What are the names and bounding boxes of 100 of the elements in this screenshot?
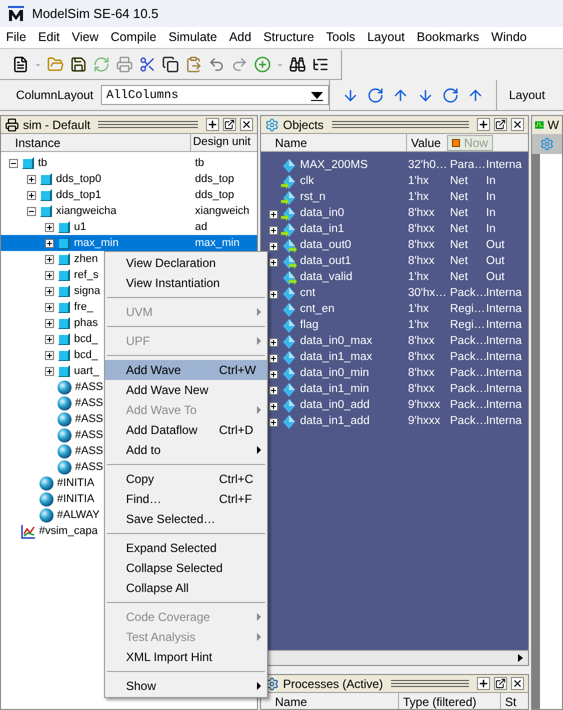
signal-kind: Net	[450, 222, 469, 238]
panel-title: sim - Default	[23, 116, 90, 134]
signal-kind: Para…	[450, 158, 486, 174]
signal-value: 9'hxxx	[407, 398, 442, 414]
signal-value: 1'hx	[407, 190, 430, 206]
signal-name: data_out0	[300, 238, 352, 254]
signal-name: clk	[300, 174, 314, 190]
signal-kind: Pack…	[450, 286, 486, 302]
signal-mode: Interna	[486, 158, 523, 174]
signal-value: 1'hx	[407, 302, 430, 318]
signal-name: data_out1	[300, 254, 352, 270]
signal-name: flag	[300, 318, 319, 334]
signal-kind: Pack…	[450, 414, 486, 430]
instance-name: ref_s	[74, 268, 98, 283]
signal-value: 8'hxx	[407, 350, 436, 366]
instance-name: #vsim_capa	[39, 524, 98, 539]
panel-title: W	[548, 117, 559, 134]
signal-mode: Interna	[486, 350, 523, 366]
signal-name: MAX_200MS	[300, 158, 368, 174]
instance-name: tb	[38, 156, 48, 171]
design-unit: dds_top	[194, 188, 234, 203]
instance-name: #INITIA	[57, 492, 94, 507]
signal-mode: In	[486, 222, 497, 238]
instance-name: dds_top0	[56, 172, 102, 187]
instance-name: #ASS	[75, 380, 104, 395]
design-unit: tb	[194, 156, 204, 171]
instance-name: #ASS	[75, 412, 104, 427]
signal-name: cnt	[300, 286, 316, 302]
signal-kind: Pack…	[450, 334, 486, 350]
instance-name: phas	[74, 316, 98, 331]
signal-name: data_in1_max	[300, 350, 372, 366]
signal-value: 8'hxx	[407, 366, 436, 382]
panel-title: Objects	[283, 116, 324, 134]
signal-name: data_in0	[300, 206, 344, 222]
instance-name: fre_	[74, 300, 93, 315]
design-unit: dds_top	[194, 172, 234, 187]
signal-name: rst_n	[300, 190, 326, 206]
layout-label: Layout	[508, 87, 546, 104]
signal-mode: Interna	[486, 398, 523, 414]
design-unit: max_min	[194, 236, 240, 251]
signal-mode: In	[486, 206, 497, 222]
instance-name: u1	[74, 220, 86, 235]
signal-mode: Interna	[486, 366, 523, 382]
signal-value: 30'hx…	[407, 286, 448, 302]
panel-title: Processes (Active)	[283, 676, 384, 692]
signal-value: 32'h0…	[407, 158, 448, 174]
instance-name: signa	[74, 284, 100, 299]
instance-name: zhen	[74, 252, 98, 267]
signal-name: data_in1_add	[300, 414, 370, 430]
signal-mode: In	[486, 174, 497, 190]
signal-value: 8'hxx	[407, 382, 436, 398]
column-layout-label: ColumnLayout	[16, 87, 94, 104]
signal-mode: Interna	[486, 382, 523, 398]
signal-mode: In	[486, 190, 497, 206]
signal-kind: Net	[450, 238, 469, 254]
instance-name: max_min	[74, 236, 119, 251]
design-unit: ad	[194, 220, 208, 235]
window-title: ModelSim SE-64 10.5	[32, 4, 158, 23]
signal-kind: Net	[450, 254, 469, 270]
signal-kind: Pack…	[450, 398, 486, 414]
signal-mode: Interna	[486, 286, 523, 302]
design-unit: xiangweich	[194, 204, 250, 219]
signal-value: 8'hxx	[407, 238, 436, 254]
signal-name: cnt_en	[300, 302, 335, 318]
signal-mode: Interna	[486, 334, 523, 350]
signal-value: 1'hx	[407, 174, 430, 190]
signal-value: 8'hxx	[407, 254, 436, 270]
signal-value: 9'hxxx	[407, 414, 442, 430]
signal-kind: Net	[450, 190, 469, 206]
signal-value: 8'hxx	[407, 206, 436, 222]
instance-name: #ASS	[75, 428, 104, 443]
signal-mode: Out	[486, 238, 506, 254]
instance-name: #ALWAY	[57, 508, 100, 523]
signal-kind: Net	[450, 206, 469, 222]
instance-name: bcd_	[74, 332, 98, 347]
signal-kind: Net	[450, 174, 469, 190]
instance-name: uart_	[74, 364, 100, 379]
instance-name: #ASS	[75, 460, 104, 475]
signal-name: data_in1_min	[300, 382, 370, 398]
instance-name: #ASS	[75, 444, 104, 459]
signal-name: data_in0_min	[300, 366, 370, 382]
signal-name: data_in0_add	[300, 398, 370, 414]
signal-kind: Pack…	[450, 382, 486, 398]
signal-value: 1'hx	[407, 270, 430, 286]
signal-kind: Regi…	[450, 302, 486, 318]
signal-mode: Interna	[486, 318, 523, 334]
instance-name: bcd_	[74, 348, 98, 363]
signal-name: data_in1	[300, 222, 344, 238]
instance-name: xiangweicha	[56, 204, 117, 219]
signal-mode: Interna	[486, 302, 523, 318]
signal-mode: Interna	[486, 414, 523, 430]
instance-name: #ASS	[75, 396, 104, 411]
signal-kind: Pack…	[450, 350, 486, 366]
signal-value: 1'hx	[407, 318, 430, 334]
signal-kind: Regi…	[450, 318, 486, 334]
signal-value: 8'hxx	[407, 334, 436, 350]
now-label: Now	[464, 134, 488, 152]
signal-kind: Net	[450, 270, 469, 286]
signal-mode: Out	[486, 254, 506, 270]
signal-value: 8'hxx	[407, 222, 436, 238]
